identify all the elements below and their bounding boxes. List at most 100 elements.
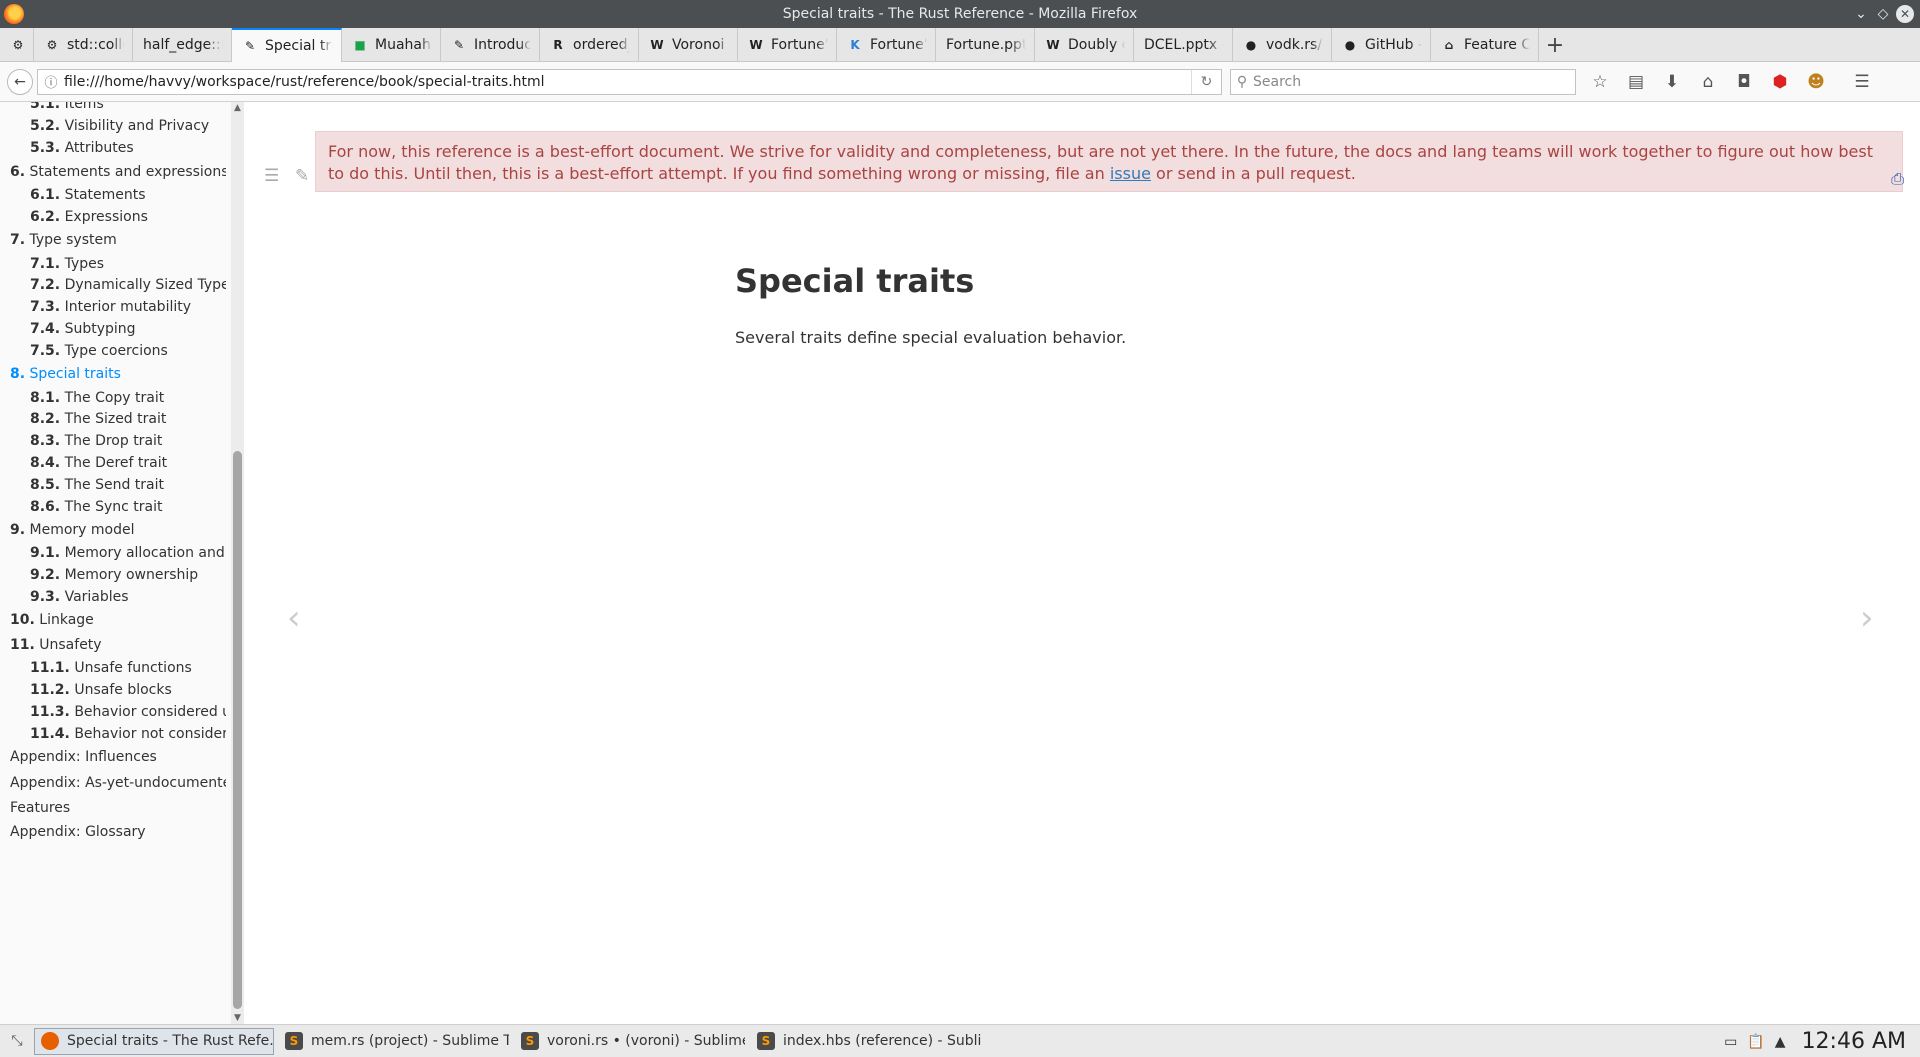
reading-list-icon[interactable]: ▤ <box>1626 72 1646 92</box>
sidebar-item[interactable]: 5.3. Attributes <box>30 140 226 156</box>
browser-tab[interactable]: Rordered_floa <box>540 28 639 62</box>
tab-label: Fortune's alg <box>771 37 828 53</box>
sidebar-item[interactable]: 8.6. The Sync trait <box>30 499 226 515</box>
reload-icon[interactable]: ↻ <box>1191 70 1221 94</box>
clipboard-icon[interactable]: 📋 <box>1747 1034 1764 1050</box>
scroll-down-icon[interactable]: ▼ <box>231 1012 244 1024</box>
sidebar-item[interactable]: 11.4. Behavior not considered uns... <box>30 726 226 742</box>
sidebar-item[interactable]: 9.1. Memory allocation and lifetime <box>30 545 226 561</box>
browser-tab[interactable]: WDoubly conn <box>1035 28 1134 62</box>
pocket-icon[interactable]: ◘ <box>1734 72 1754 92</box>
sidebar-item[interactable]: 6.1. Statements <box>30 187 226 203</box>
navigation-toolbar: ← ⓘ file:///home/havvy/workspace/rust/re… <box>0 62 1920 102</box>
sidebar-item[interactable]: 8.3. The Drop trait <box>30 433 226 449</box>
r-icon: R <box>550 37 566 53</box>
sidebar-item[interactable]: 6.2. Expressions <box>30 209 226 225</box>
minimize-icon[interactable]: ⌄ <box>1850 3 1872 25</box>
sidebar-item-number: 6. <box>10 164 25 180</box>
sidebar-item-number: 11.2. <box>30 682 70 698</box>
downloads-icon[interactable]: ⬇ <box>1662 72 1682 92</box>
sidebar-item[interactable]: 7.2. Dynamically Sized Types <box>30 277 226 293</box>
browser-tab[interactable]: ⌂Feature Colu <box>1431 28 1539 62</box>
print-icon[interactable]: ⎙ <box>1891 169 1904 189</box>
browser-tab[interactable]: WVoronoi diag <box>639 28 738 62</box>
sidebar-item[interactable]: Features <box>10 800 226 816</box>
sidebar-toggle-icon[interactable]: ☰ <box>264 166 279 186</box>
back-button[interactable]: ← <box>7 69 33 95</box>
url-bar[interactable]: ⓘ file:///home/havvy/workspace/rust/refe… <box>37 69 1222 95</box>
scroll-up-icon[interactable]: ▲ <box>231 102 244 114</box>
sidebar-item[interactable]: 9.3. Variables <box>30 589 226 605</box>
sidebar-item[interactable]: 7.4. Subtyping <box>30 321 226 337</box>
sidebar-item[interactable]: 8.1. The Copy trait <box>30 390 226 406</box>
sidebar-item-label: Unsafe functions <box>74 660 191 676</box>
sidebar-item[interactable]: 6. Statements and expressions <box>10 164 226 180</box>
browser-tab[interactable]: WFortune's alg <box>738 28 837 62</box>
hamburger-menu-icon[interactable]: ☰ <box>1852 72 1872 92</box>
tab-active[interactable]: ✎Special traits <box>232 28 342 62</box>
next-chapter-chevron-icon[interactable]: › <box>1860 598 1874 638</box>
sidebar-item[interactable]: 7.1. Types <box>30 256 226 272</box>
url-text[interactable]: file:///home/havvy/workspace/rust/refere… <box>64 74 1191 90</box>
sidebar-item[interactable]: 5.1. Items <box>30 102 226 112</box>
sidebar-item[interactable]: 11.1. Unsafe functions <box>30 660 226 676</box>
browser-tab[interactable]: DCEL.pptx - DC <box>1134 28 1233 62</box>
home-icon[interactable]: ⌂ <box>1698 72 1718 92</box>
browser-tab[interactable]: ●GitHub - nica <box>1332 28 1431 62</box>
sidebar-item[interactable]: 5.2. Visibility and Privacy <box>30 118 226 134</box>
sidebar-item-label: Memory ownership <box>65 567 199 583</box>
app-launcher-icon[interactable]: ⤡ <box>0 1033 34 1049</box>
sidebar-item-label: Statements and expressions <box>30 164 226 180</box>
sidebar-item-label: Memory allocation and lifetime <box>65 545 226 561</box>
sidebar-item[interactable]: Appendix: Glossary <box>10 824 226 840</box>
sidebar-item[interactable]: 8. Special traits <box>10 366 226 382</box>
paintbrush-theme-icon[interactable]: ✎ <box>295 166 309 186</box>
extension-monkey-icon[interactable]: ☻ <box>1806 72 1826 92</box>
sidebar-item[interactable]: Appendix: Influences <box>10 749 226 765</box>
institution-icon: ⌂ <box>1441 37 1457 53</box>
browser-tab[interactable]: ⚙ <box>0 28 34 62</box>
taskbar-app-button[interactable]: Smem.rs (project) - Sublime T... <box>278 1028 510 1055</box>
sidebar-item[interactable]: 10. Linkage <box>10 612 226 628</box>
browser-tab[interactable]: ●vodk.rs/kern <box>1233 28 1332 62</box>
browser-tab[interactable]: half_edge::kern <box>133 28 232 62</box>
sidebar-item[interactable]: 7.3. Interior mutability <box>30 299 226 315</box>
previous-chapter-chevron-icon[interactable]: ‹ <box>287 598 301 638</box>
search-input[interactable]: ⚲ Search <box>1230 69 1576 95</box>
battery-icon[interactable]: ▭ <box>1724 1034 1737 1050</box>
sidebar-item[interactable]: 11. Unsafety <box>10 637 226 653</box>
sidebar-item[interactable]: 7. Type system <box>10 232 226 248</box>
sidebar-item[interactable]: 9. Memory model <box>10 522 226 538</box>
taskbar-app-button[interactable]: Sindex.hbs (reference) - Subli... <box>750 1028 982 1055</box>
sidebar-item[interactable]: 8.5. The Send trait <box>30 477 226 493</box>
tray-expand-icon[interactable]: ▲ <box>1775 1034 1786 1050</box>
browser-tab[interactable]: ⚙std::collectio <box>34 28 133 62</box>
sidebar-item[interactable]: 8.4. The Deref trait <box>30 455 226 471</box>
adblock-icon[interactable]: ⬢ <box>1770 72 1790 92</box>
sidebar-item[interactable]: 11.3. Behavior considered undefi... <box>30 704 226 720</box>
info-icon[interactable]: ⓘ <box>38 72 64 91</box>
sidebar-item[interactable]: Appendix: As-yet-undocumented <box>10 775 226 791</box>
sidebar-scrollbar-thumb[interactable] <box>233 451 242 1009</box>
sidebar-item[interactable]: 8.2. The Sized trait <box>30 411 226 427</box>
clock[interactable]: 12:46 AM <box>1802 1029 1906 1054</box>
sublime-icon: S <box>285 1032 303 1050</box>
sidebar-item[interactable]: 11.2. Unsafe blocks <box>30 682 226 698</box>
new-tab-button[interactable]: + <box>1539 28 1571 62</box>
warning-banner: For now, this reference is a best-effort… <box>315 131 1903 192</box>
maximize-icon[interactable]: ◇ <box>1872 3 1894 25</box>
taskbar-app-button[interactable]: Special traits - The Rust Refe... <box>34 1028 274 1055</box>
issue-link[interactable]: issue <box>1110 164 1151 183</box>
sidebar-item[interactable]: 9.2. Memory ownership <box>30 567 226 583</box>
bookmark-star-icon[interactable]: ☆ <box>1590 72 1610 92</box>
taskbar-app-button[interactable]: Svoroni.rs • (voroni) - Sublime... <box>514 1028 746 1055</box>
browser-tab[interactable]: Fortune.pptx - F <box>936 28 1035 62</box>
browser-tab[interactable]: ✎Introduction <box>441 28 540 62</box>
tab-label: Muahahaha <box>375 37 432 53</box>
close-icon[interactable]: ✕ <box>1896 5 1914 23</box>
sidebar-scrollbar[interactable]: ▲ ▼ <box>231 102 244 1024</box>
sidebar-item[interactable]: 7.5. Type coercions <box>30 343 226 359</box>
sidebar-item-label: Type coercions <box>65 343 168 359</box>
browser-tab[interactable]: KFortune's alg <box>837 28 936 62</box>
browser-tab[interactable]: ■Muahahaha <box>342 28 441 62</box>
